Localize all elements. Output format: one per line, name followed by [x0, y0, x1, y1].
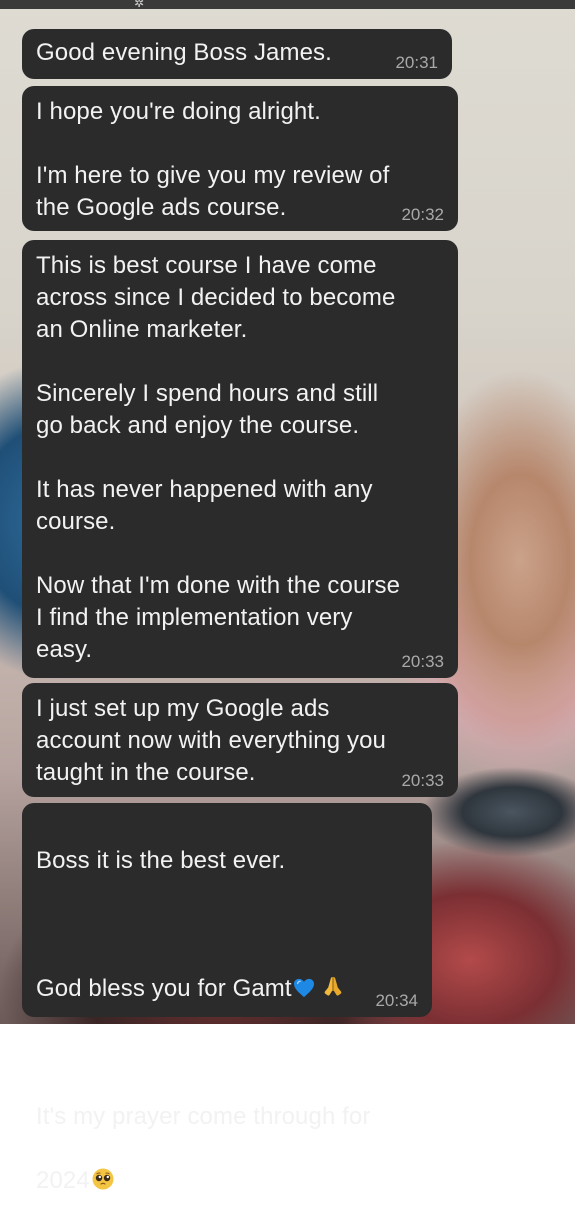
signal-icon: ✲ — [134, 0, 145, 10]
message-bubble[interactable]: I just set up my Google ads account now … — [22, 683, 458, 797]
message-timestamp: 20:33 — [401, 652, 444, 671]
message-text: I hope you're doing alright. I'm here to… — [36, 98, 390, 221]
message-text: I just set up my Google ads account now … — [36, 695, 386, 786]
message-line: It's my prayer come through for — [36, 1103, 371, 1130]
message-bubble[interactable]: Boss it is the best ever. God bless you … — [22, 803, 432, 1194]
message-timestamp: 20:34 — [375, 991, 418, 1010]
message-bubble[interactable]: I hope you're doing alright. I'm here to… — [22, 86, 458, 231]
message-text: This is best course I have come across s… — [36, 252, 401, 663]
message-bubble[interactable]: Good evening Boss James. 20:31 — [22, 29, 452, 79]
message-text: Good evening Boss James. — [36, 39, 332, 66]
message-line: Boss it is the best ever. — [36, 847, 286, 874]
pleading-face-icon — [92, 1168, 114, 1190]
folded-hands-icon — [324, 977, 342, 996]
message-line-text: 2024 — [36, 1167, 90, 1194]
message-timestamp: 20:32 — [401, 205, 444, 224]
blue-heart-icon — [293, 978, 314, 998]
message-bubble[interactable]: This is best course I have come across s… — [22, 240, 458, 678]
status-bar: ✲ — [0, 0, 575, 9]
message-timestamp: 20:33 — [401, 771, 444, 790]
message-timestamp: 20:31 — [395, 53, 438, 72]
message-line: God bless you for Gamt — [36, 973, 418, 1005]
message-line: 2024 — [36, 1165, 418, 1197]
message-text: Boss it is the best ever. God bless you … — [36, 813, 418, 1229]
message-line-text: God bless you for Gamt — [36, 975, 292, 1002]
